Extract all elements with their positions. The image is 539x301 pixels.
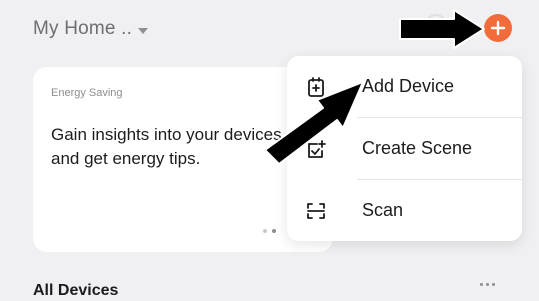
home-selector[interactable]: My Home ..	[33, 18, 149, 40]
carousel-pagination	[263, 229, 276, 233]
plus-icon	[490, 20, 506, 36]
menu-item-create-scene[interactable]: Create Scene	[287, 118, 522, 179]
menu-item-label: Create Scene	[362, 138, 473, 158]
add-button[interactable]	[484, 14, 512, 42]
more-dot	[480, 283, 483, 286]
card-title: Gain insights into your devices and get …	[51, 125, 282, 168]
scene-add-icon	[308, 139, 326, 158]
home-name: My Home ..	[33, 18, 133, 39]
menu-item-add-device[interactable]: Add Device	[287, 56, 522, 117]
more-dot	[486, 283, 489, 286]
add-menu: Add Device Create Scene Scan	[287, 56, 522, 241]
card-eyebrow: Energy Saving	[51, 87, 123, 99]
more-dot	[492, 283, 495, 286]
scan-icon	[307, 202, 325, 219]
menu-item-scan[interactable]: Scan	[287, 180, 522, 241]
profile-icon[interactable]	[424, 14, 448, 38]
caret-down-icon	[138, 27, 149, 34]
pagination-dot-active	[272, 229, 276, 233]
all-devices-title: All Devices	[33, 282, 119, 299]
device-add-icon	[308, 76, 324, 97]
menu-item-label: Scan	[362, 200, 404, 220]
more-options-button[interactable]	[480, 283, 495, 286]
pagination-dot	[263, 229, 267, 233]
menu-item-label: Add Device	[362, 76, 455, 96]
header: My Home ..	[0, 0, 539, 62]
